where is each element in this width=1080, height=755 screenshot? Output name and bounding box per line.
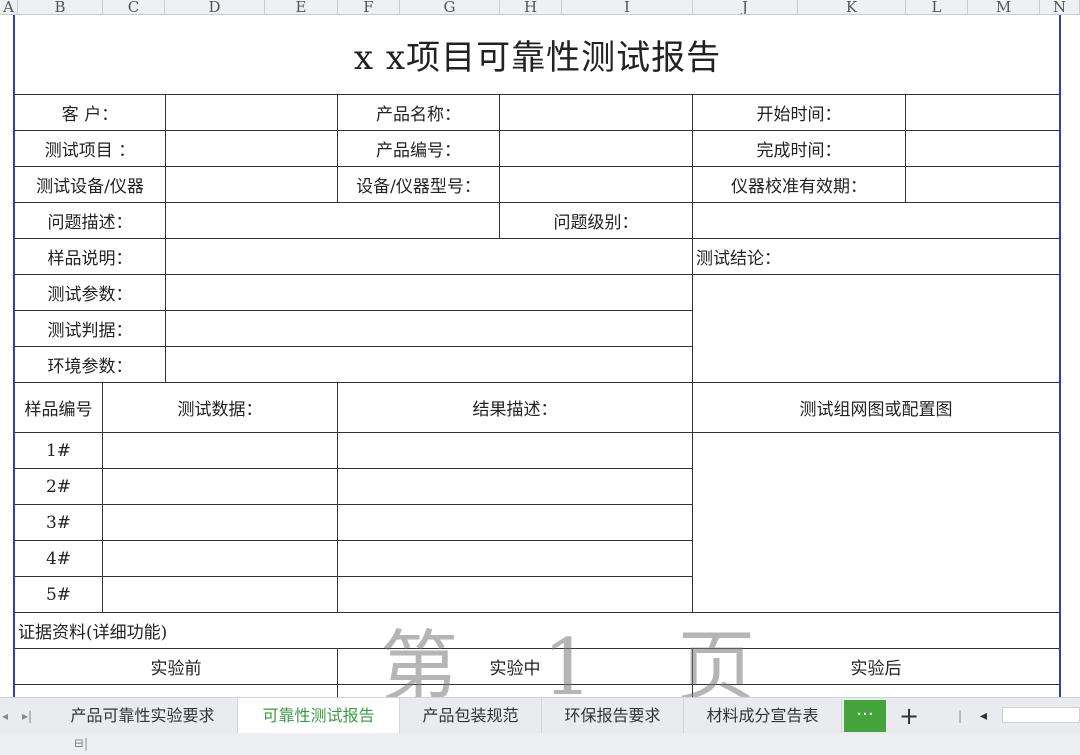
- value-test-item[interactable]: [166, 131, 338, 167]
- tab-material-declaration[interactable]: 材料成分宣告表: [684, 698, 842, 734]
- value-test-params[interactable]: [166, 275, 693, 311]
- last-sheet-icon[interactable]: ▸|: [22, 698, 32, 734]
- value-env-params[interactable]: [166, 347, 693, 383]
- tab-packaging-spec[interactable]: 产品包装规范: [400, 698, 542, 734]
- sample-row-result[interactable]: [338, 541, 693, 577]
- column-header-h[interactable]: H: [500, 0, 562, 14]
- header-sample-no[interactable]: 样品编号: [15, 383, 103, 433]
- sample-row-label[interactable]: 1#: [15, 433, 103, 469]
- sheet-tab-bar: ◂ ▸| 产品可靠性实验要求 可靠性测试报告 产品包装规范 环保报告要求 材料成…: [0, 697, 1080, 734]
- report-title[interactable]: x x项目可靠性测试报告: [15, 15, 1060, 95]
- label-problem-desc[interactable]: 问题描述：: [15, 203, 166, 239]
- column-header-k[interactable]: K: [798, 0, 906, 14]
- column-header-f[interactable]: F: [338, 0, 400, 14]
- header-before-test[interactable]: 实验前: [15, 649, 338, 685]
- column-header-e[interactable]: E: [265, 0, 338, 14]
- column-header-g[interactable]: G: [400, 0, 500, 14]
- status-bar: ⊟|: [0, 733, 1080, 755]
- page-frame-right: [1059, 15, 1061, 697]
- horizontal-scrollbar[interactable]: [1002, 707, 1080, 723]
- scroll-left-icon[interactable]: ◂: [980, 698, 987, 734]
- column-header-b[interactable]: B: [18, 0, 103, 14]
- sample-row-data[interactable]: [103, 541, 338, 577]
- network-diagram-area[interactable]: [693, 433, 1060, 613]
- label-env-params[interactable]: 环境参数：: [15, 347, 166, 383]
- value-calibration[interactable]: [906, 167, 1060, 203]
- sample-row-label[interactable]: 4#: [15, 541, 103, 577]
- sample-row-label[interactable]: 2#: [15, 469, 103, 505]
- evidence-during-cell[interactable]: [338, 685, 693, 697]
- column-header-l[interactable]: L: [906, 0, 968, 14]
- value-start-time[interactable]: [906, 95, 1060, 131]
- tab-reliability-report[interactable]: 可靠性测试报告: [238, 698, 400, 734]
- value-equipment[interactable]: [166, 167, 338, 203]
- tab-reliability-requirements[interactable]: 产品可靠性实验要求: [48, 698, 238, 734]
- label-customer[interactable]: 客 户：: [15, 95, 166, 131]
- sample-row-result[interactable]: [338, 577, 693, 613]
- first-sheet-icon[interactable]: ◂: [2, 698, 8, 734]
- header-result-desc[interactable]: 结果描述：: [338, 383, 693, 433]
- evidence-before-cell[interactable]: [15, 685, 338, 697]
- column-header-c[interactable]: C: [103, 0, 165, 14]
- value-product-name[interactable]: [500, 95, 693, 131]
- label-problem-level[interactable]: 问题级别：: [500, 203, 693, 239]
- label-test-conclusion[interactable]: 测试结论：: [693, 239, 1060, 275]
- sample-row-data[interactable]: [103, 433, 338, 469]
- sample-row-data[interactable]: [103, 577, 338, 613]
- sample-row-data[interactable]: [103, 469, 338, 505]
- sample-row-result[interactable]: [338, 505, 693, 541]
- label-test-criteria[interactable]: 测试判据：: [15, 311, 166, 347]
- sample-row-result[interactable]: [338, 433, 693, 469]
- header-during-test[interactable]: 实验中: [338, 649, 693, 685]
- sample-row-result[interactable]: [338, 469, 693, 505]
- label-evidence[interactable]: 证据资料(详细功能): [15, 613, 1060, 649]
- column-header-i[interactable]: I: [562, 0, 693, 14]
- column-header-m[interactable]: M: [968, 0, 1040, 14]
- value-test-criteria[interactable]: [166, 311, 693, 347]
- scroll-divider-icon: |: [958, 709, 963, 723]
- header-after-test[interactable]: 实验后: [693, 649, 1060, 685]
- worksheet-area[interactable]: x x项目可靠性测试报告 客 户： 产品名称： 开始时间： 测试项目 ： 产品编…: [0, 15, 1080, 697]
- value-product-no[interactable]: [500, 131, 693, 167]
- value-test-conclusion[interactable]: [693, 275, 1060, 383]
- value-problem-desc[interactable]: [166, 203, 500, 239]
- column-header-j[interactable]: J: [693, 0, 798, 14]
- label-test-params[interactable]: 测试参数：: [15, 275, 166, 311]
- column-header-n[interactable]: N: [1040, 0, 1080, 14]
- page-frame-left: [13, 15, 15, 697]
- label-finish-time[interactable]: 完成时间：: [693, 131, 906, 167]
- label-sample-desc[interactable]: 样品说明：: [15, 239, 166, 275]
- column-header-d[interactable]: D: [165, 0, 265, 14]
- tab-environmental-report[interactable]: 环保报告要求: [542, 698, 684, 734]
- evidence-after-cell[interactable]: [693, 685, 1060, 697]
- page-layout-icon[interactable]: ⊟|: [74, 736, 88, 750]
- label-test-item[interactable]: 测试项目 ：: [15, 131, 166, 167]
- add-sheet-button[interactable]: +: [893, 698, 925, 734]
- column-header-a[interactable]: A: [0, 0, 18, 14]
- header-network-diagram[interactable]: 测试组网图或配置图: [693, 383, 1060, 433]
- label-equipment-model[interactable]: 设备/仪器型号：: [338, 167, 500, 203]
- header-test-data[interactable]: 测试数据：: [103, 383, 338, 433]
- column-header-bar: A B C D E F G H I J K L M N: [0, 0, 1080, 15]
- value-sample-desc[interactable]: [166, 239, 693, 275]
- label-product-no[interactable]: 产品编号：: [338, 131, 500, 167]
- more-sheets-button[interactable]: ···: [844, 700, 886, 732]
- value-problem-level[interactable]: [693, 203, 1060, 239]
- label-product-name[interactable]: 产品名称：: [338, 95, 500, 131]
- label-calibration[interactable]: 仪器校准有效期：: [693, 167, 906, 203]
- sample-row-label[interactable]: 3#: [15, 505, 103, 541]
- value-equipment-model[interactable]: [500, 167, 693, 203]
- label-start-time[interactable]: 开始时间：: [693, 95, 906, 131]
- label-equipment[interactable]: 测试设备/仪器: [15, 167, 166, 203]
- sample-row-data[interactable]: [103, 505, 338, 541]
- value-finish-time[interactable]: [906, 131, 1060, 167]
- sample-row-label[interactable]: 5#: [15, 577, 103, 613]
- value-customer[interactable]: [166, 95, 338, 131]
